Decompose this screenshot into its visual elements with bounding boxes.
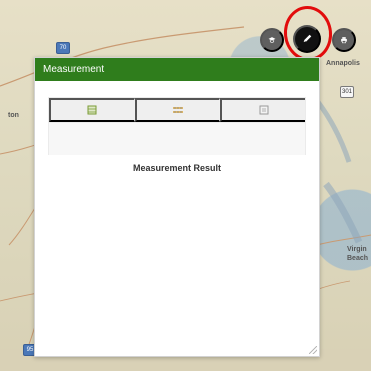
location-measure-button[interactable]	[220, 98, 306, 122]
measure-tool-button[interactable]	[293, 25, 321, 53]
pencil-icon	[303, 34, 312, 43]
measurement-panel-header: Measurement	[35, 58, 319, 81]
distance-measure-button[interactable]	[134, 98, 221, 122]
measurement-tool-strip	[48, 97, 306, 123]
route-shield-70: 70	[56, 42, 70, 54]
route-shield-301: 301	[340, 86, 354, 98]
printer-icon	[341, 37, 347, 44]
measurement-result-bar	[48, 123, 306, 155]
measurement-panel: Measurement Measurement Result	[34, 57, 320, 357]
area-icon	[87, 105, 97, 115]
cap-tool-button[interactable]	[260, 28, 284, 52]
map-view[interactable]: Annapolis ton Virgin Beach Carolina 70 3…	[0, 0, 371, 371]
distance-icon	[173, 107, 183, 113]
area-measure-button[interactable]	[49, 98, 135, 122]
location-icon	[259, 105, 269, 115]
graduation-cap-icon	[268, 37, 276, 43]
map-label-virginia: Virgin	[347, 246, 367, 253]
measurement-result-label: Measurement Result	[132, 163, 222, 173]
print-button[interactable]	[332, 28, 356, 52]
map-label-beach: Beach	[347, 255, 369, 262]
map-label-partial-town: ton	[8, 112, 19, 119]
measurement-panel-title: Measurement	[43, 64, 105, 75]
map-label-annapolis: Annapolis	[326, 60, 360, 67]
panel-resize-grip[interactable]	[309, 346, 317, 354]
